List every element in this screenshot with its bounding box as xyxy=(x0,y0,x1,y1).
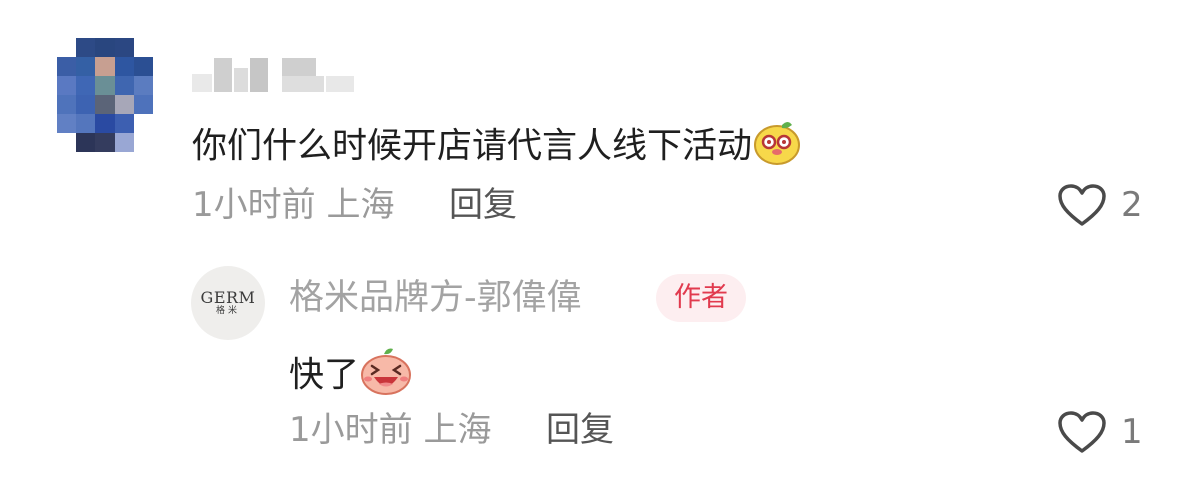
reply-text: 快了 xyxy=(289,355,360,396)
like-button[interactable]: 2 xyxy=(1057,183,1143,227)
comment-text-row: 你们什么时候开店请代言人线下活动 xyxy=(192,117,802,178)
reply-time: 1小时前 xyxy=(289,410,413,450)
username-blurred[interactable] xyxy=(192,58,362,94)
comment-location: 上海 xyxy=(326,185,395,225)
heart-icon xyxy=(1058,411,1106,453)
heart-icon xyxy=(1058,184,1106,226)
reply-meta: 1小时前 上海 xyxy=(289,408,491,452)
laughing-peach-emoji-icon xyxy=(359,346,413,407)
avatar-logo-text: GERM xyxy=(200,288,256,307)
comment-time: 1小时前 xyxy=(192,185,316,225)
reply-author-name[interactable]: 格米品牌方-郭偉偉 xyxy=(289,276,582,320)
comment-meta: 1小时前 上海 xyxy=(192,183,394,227)
reply-button[interactable]: 回复 xyxy=(449,183,517,227)
reply-text-row: 快了 xyxy=(289,346,413,407)
avatar[interactable] xyxy=(57,38,153,152)
reply-location: 上海 xyxy=(423,410,492,450)
avatar-logo-subtext: 格米 xyxy=(215,306,240,316)
reply-like-button[interactable]: 1 xyxy=(1057,410,1143,454)
author-badge: 作者 xyxy=(656,274,746,322)
like-count: 2 xyxy=(1121,185,1143,225)
reply-to-reply-button[interactable]: 回复 xyxy=(546,408,614,452)
reply-like-count: 1 xyxy=(1121,412,1143,452)
comment-text: 你们什么时候开店请代言人线下活动 xyxy=(192,126,753,167)
yellow-monster-emoji-icon xyxy=(752,117,802,178)
author-avatar[interactable]: GERM 格米 xyxy=(191,266,265,340)
